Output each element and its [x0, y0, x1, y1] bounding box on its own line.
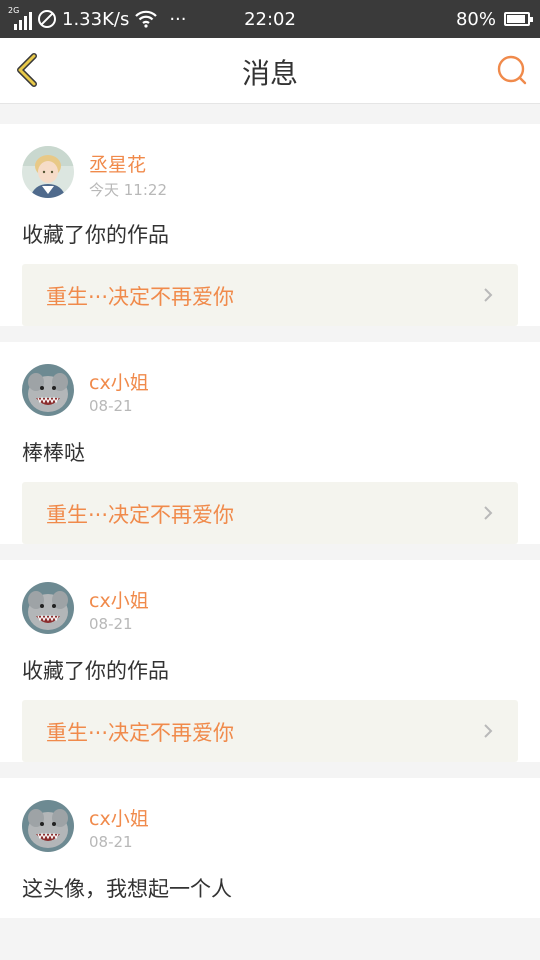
username[interactable]: cx小姐 [89, 368, 149, 395]
chevron-right-icon [484, 506, 493, 520]
message-text: 收藏了你的作品 [22, 223, 169, 247]
work-title: 重生···决定不再爱你 [46, 285, 235, 309]
message-list: 丞星花 今天 11:22 收藏了你的作品 重生···决定不再爱你 cx小姐 08… [0, 124, 540, 934]
message-card: cx小姐 08-21 棒棒哒 重生···决定不再爱你 [0, 342, 540, 544]
status-left: 2G 1.33K/s ··· [8, 0, 187, 38]
work-link[interactable]: 重生···决定不再爱你 [22, 482, 518, 544]
message-card: 丞星花 今天 11:22 收藏了你的作品 重生···决定不再爱你 [0, 124, 540, 326]
work-title: 重生···决定不再爱你 [46, 503, 235, 527]
work-link[interactable]: 重生···决定不再爱你 [22, 264, 518, 326]
username[interactable]: cx小姐 [89, 586, 149, 613]
message-text: 这头像，我想起一个人 [22, 877, 232, 901]
battery-percent: 80% [455, 8, 496, 30]
username[interactable]: cx小姐 [89, 804, 149, 831]
network-speed: 1.33K/s [62, 8, 130, 30]
work-title: 重生···决定不再爱你 [46, 721, 235, 745]
timestamp: 今天 11:22 [89, 181, 167, 199]
timestamp: 08-21 [89, 833, 133, 851]
message-text: 棒棒哒 [22, 441, 85, 465]
wifi-icon [135, 10, 158, 28]
more-dots: ··· [169, 8, 187, 30]
avatar[interactable] [22, 364, 74, 416]
status-right: 80% [455, 0, 533, 38]
timestamp: 08-21 [89, 615, 133, 633]
search-button[interactable] [494, 52, 530, 88]
avatar[interactable] [22, 146, 74, 198]
message-card: cx小姐 08-21 这头像，我想起一个人 [0, 778, 540, 918]
header-bar: 消息 [0, 38, 540, 104]
chevron-right-icon [484, 288, 493, 302]
search-icon [497, 55, 527, 85]
avatar[interactable] [22, 582, 74, 634]
avatar[interactable] [22, 800, 74, 852]
do-not-disturb-icon [38, 10, 56, 28]
timestamp: 08-21 [89, 397, 133, 415]
message-text: 收藏了你的作品 [22, 659, 169, 683]
message-card: cx小姐 08-21 收藏了你的作品 重生···决定不再爱你 [0, 560, 540, 762]
work-link[interactable]: 重生···决定不再爱你 [22, 700, 518, 762]
signal-icon: 2G [8, 7, 32, 30]
battery-icon [504, 12, 533, 26]
chevron-right-icon [484, 724, 493, 738]
status-bar: 2G 1.33K/s ··· 22:02 80% [0, 0, 540, 38]
username[interactable]: 丞星花 [89, 150, 146, 177]
page-title: 消息 [241, 57, 298, 90]
